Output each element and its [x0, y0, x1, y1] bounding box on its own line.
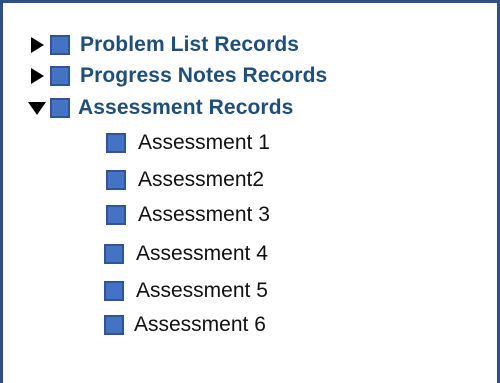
expand-arrow-icon[interactable] [30, 68, 44, 84]
tree-node-label: Assessment Records [78, 96, 294, 119]
square-icon [106, 170, 126, 190]
tree-node-label: Progress Notes Records [80, 64, 328, 87]
tree-node-assessment-records[interactable]: Assessment Records [28, 96, 293, 120]
tree-node-label: Problem List Records [80, 33, 300, 56]
square-icon [104, 281, 124, 301]
square-icon [50, 98, 70, 118]
tree-child-label: Assessment2 [138, 168, 265, 191]
tree-child-label: Assessment 6 [134, 313, 266, 336]
square-icon [104, 244, 124, 264]
square-icon [106, 205, 126, 225]
expand-arrow-icon[interactable] [30, 37, 44, 53]
tree-node-progress-notes[interactable]: Progress Notes Records [30, 64, 327, 88]
tree-panel: Problem List Records Progress Notes Reco… [0, 0, 500, 383]
tree-node-problem-list[interactable]: Problem List Records [30, 33, 299, 57]
tree-child-label: Assessment 1 [138, 131, 270, 154]
square-icon [50, 35, 70, 55]
tree-child-assessment-5[interactable]: Assessment 5 [104, 279, 268, 303]
square-icon [106, 133, 126, 153]
square-icon [104, 315, 124, 335]
tree-child-assessment-3[interactable]: Assessment 3 [106, 203, 270, 227]
square-icon [50, 66, 70, 86]
collapse-arrow-icon[interactable] [28, 101, 46, 115]
record-tree: Problem List Records Progress Notes Reco… [3, 3, 497, 383]
tree-child-label: Assessment 4 [136, 242, 268, 265]
tree-child-assessment-1[interactable]: Assessment 1 [106, 131, 270, 155]
tree-child-label: Assessment 3 [138, 203, 270, 226]
tree-child-assessment-2[interactable]: Assessment2 [106, 168, 264, 192]
tree-child-label: Assessment 5 [136, 279, 268, 302]
tree-child-assessment-4[interactable]: Assessment 4 [104, 242, 268, 266]
tree-child-assessment-6[interactable]: Assessment 6 [104, 313, 266, 337]
